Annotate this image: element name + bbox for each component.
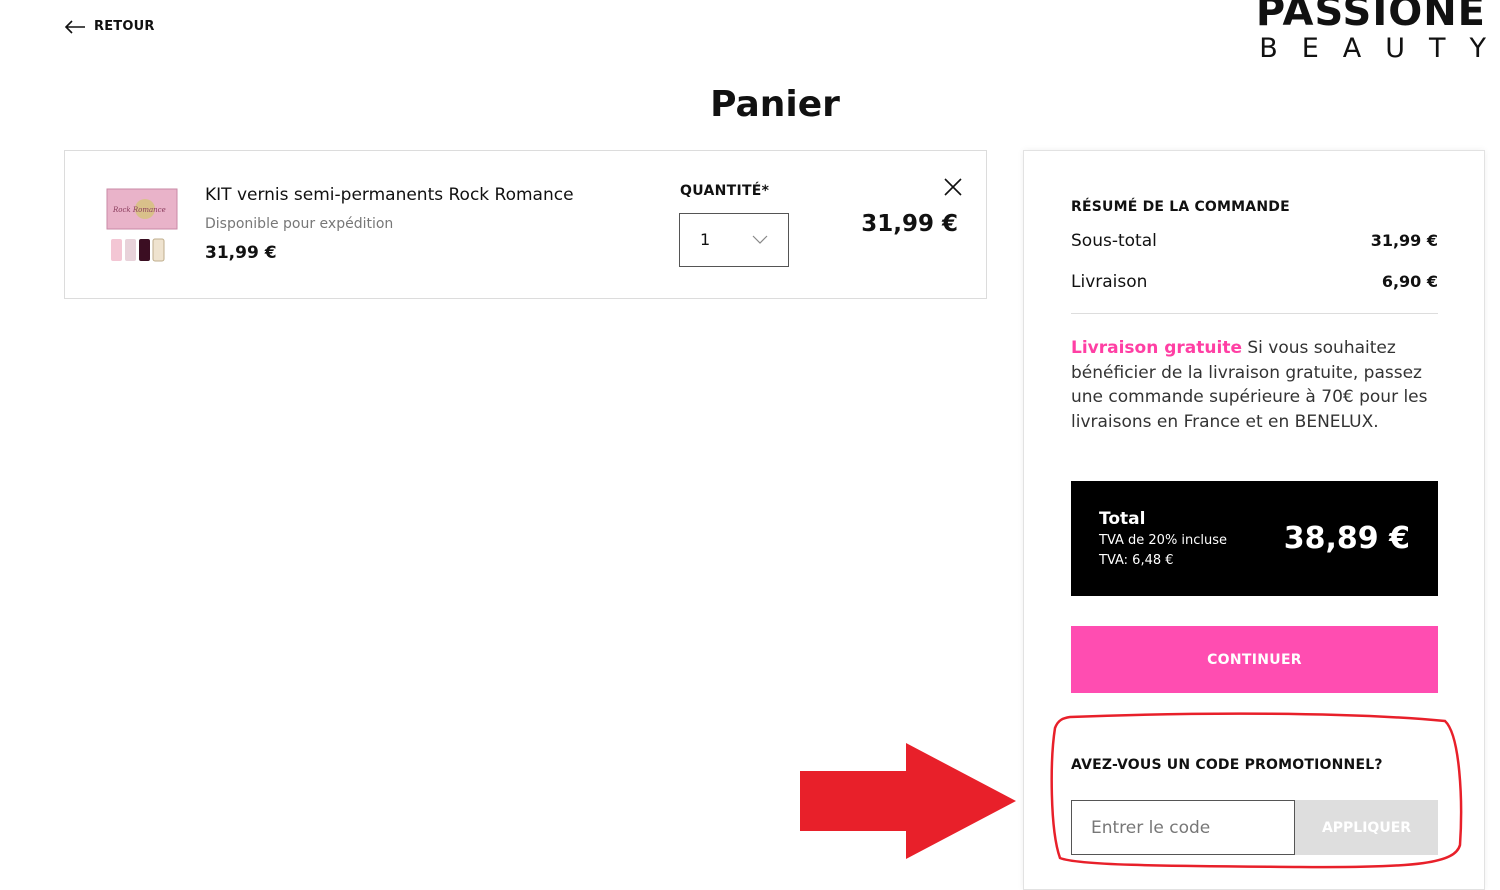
brand-logo-line1: PASSIONE [1255,0,1486,35]
item-availability: Disponible pour expédition [205,216,394,232]
subtotal-row: Sous-total 31,99 € [1071,231,1438,251]
cart-item: Rock Romance KIT vernis semi-permanents … [64,150,987,299]
shipping-label: Livraison [1071,272,1148,292]
shipping-value: 6,90 € [1381,272,1438,291]
arrow-left-icon [64,19,85,34]
subtotal-value: 31,99 € [1370,231,1438,250]
back-link[interactable]: RETOUR [64,19,155,34]
promo-code-label: AVEZ-VOUS UN CODE PROMOTIONNEL? [1071,757,1383,773]
vat-amount: TVA: 6,48 € [1099,553,1174,568]
quantity-label: QUANTITÉ* [680,183,770,199]
total-value: 38,89 € [1283,521,1410,556]
continue-button[interactable]: CONTINUER [1071,626,1438,693]
quantity-select[interactable]: 1 [679,213,789,267]
brand-logo-line2: BEAUTY [1259,33,1500,64]
shipping-row: Livraison 6,90 € [1071,272,1438,292]
annotation-arrow [800,743,1016,859]
subtotal-label: Sous-total [1071,231,1157,251]
item-unit-price: 31,99 € [205,243,277,263]
page-title: Panier [710,84,840,125]
summary-divider [1071,313,1438,314]
chevron-down-icon [752,235,768,244]
free-shipping-highlight: Livraison gratuite [1071,338,1242,358]
product-thumbnail[interactable]: Rock Romance [103,185,179,269]
summary-heading: RÉSUMÉ DE LA COMMANDE [1071,199,1290,215]
order-summary: RÉSUMÉ DE LA COMMANDE Sous-total 31,99 €… [1023,150,1485,890]
vat-note: TVA de 20% incluse [1099,533,1228,548]
item-name[interactable]: KIT vernis semi-permanents Rock Romance [205,185,574,205]
total-label: Total [1099,509,1146,529]
apply-button[interactable]: APPLIQUER [1295,800,1438,855]
item-line-total: 31,99 € [861,211,958,237]
back-label: RETOUR [94,19,155,34]
promo-code-input[interactable] [1071,800,1295,855]
thumbnail-box-text: Rock Romance [112,206,166,214]
brand-logo[interactable]: PASSIONE BEAUTY [1256,0,1486,64]
quantity-value: 1 [700,230,711,249]
total-box: Total TVA de 20% incluse TVA: 6,48 € 38,… [1071,481,1438,596]
close-icon[interactable] [943,177,963,197]
free-shipping-message: Livraison gratuite Si vous souhaitez bén… [1071,336,1441,434]
